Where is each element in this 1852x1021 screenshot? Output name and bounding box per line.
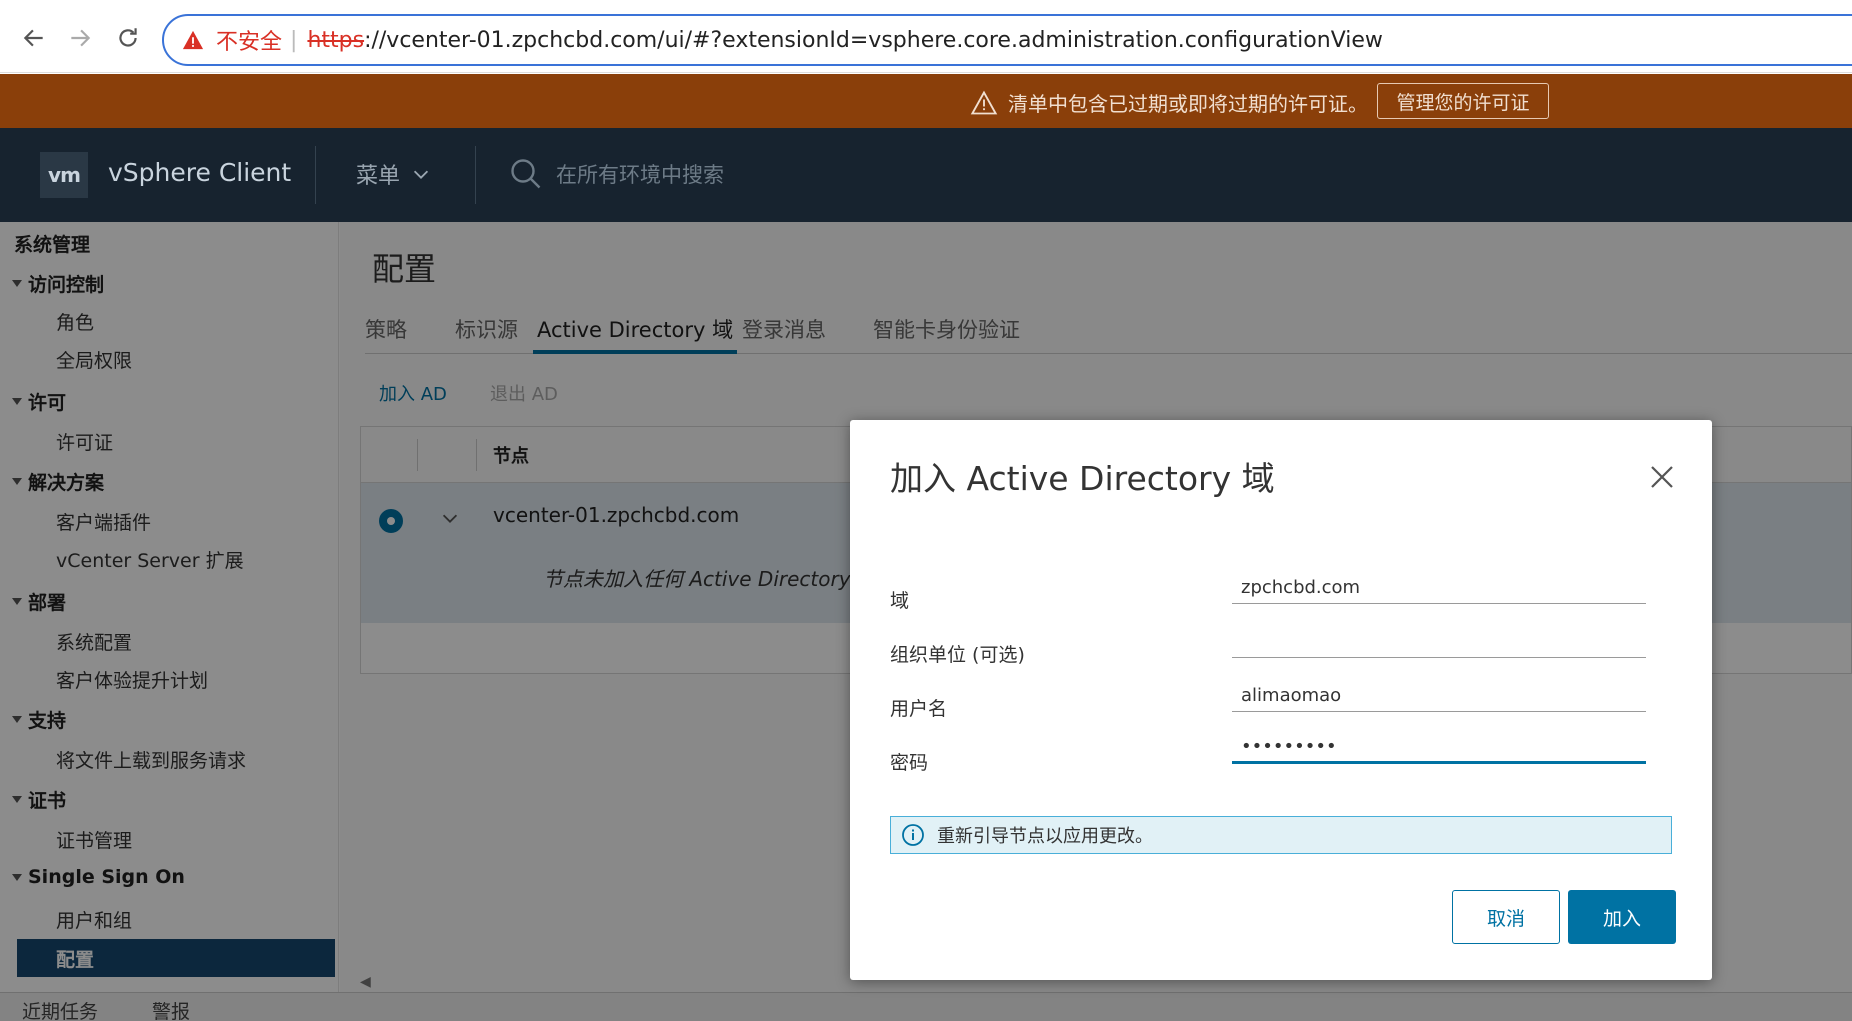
search-icon [511,159,541,189]
forward-button[interactable] [60,18,100,58]
dialog-title: 加入 Active Directory 域 [890,459,1275,498]
app-title: vSphere Client [108,158,292,187]
app-header: vm vSphere Client 菜单 在所有环境中搜索 [0,128,1852,222]
url-scheme: https [307,27,365,53]
domain-label: 域 [890,590,910,612]
info-alert: 重新引导节点以应用更改。 [890,816,1672,854]
search-placeholder: 在所有环境中搜索 [556,163,724,187]
password-field[interactable]: ••••••••• [1232,732,1646,764]
reload-icon [119,28,137,47]
menu-label: 菜单 [356,164,401,189]
reload-button[interactable] [108,18,148,58]
url-separator: | [290,27,298,53]
global-search[interactable]: 在所有环境中搜索 [508,156,724,192]
back-button[interactable] [14,18,54,58]
username-label: 用户名 [890,698,948,720]
close-icon[interactable] [1647,462,1677,492]
manage-license-button[interactable]: 管理您的许可证 [1377,83,1549,119]
vm-logo: vm [40,152,88,198]
join-ad-dialog: 加入 Active Directory 域 域 zpchcbd.com 组织单位… [850,420,1712,980]
info-text: 重新引导节点以应用更改。 [937,826,1153,847]
banner-message: 清单中包含已过期或即将过期的许可证。 [970,88,1368,117]
warning-icon [970,90,998,114]
banner-text: 清单中包含已过期或即将过期的许可证。 [1008,92,1368,116]
warning-icon [182,30,204,50]
password-label: 密码 [890,752,929,774]
domain-field[interactable]: zpchcbd.com [1232,572,1646,604]
header-divider [475,146,476,204]
url-text: ://vcenter-01.zpchcbd.com/ui/#?extension… [364,27,1383,53]
cancel-button[interactable]: 取消 [1452,890,1560,944]
username-field[interactable]: alimaomao [1232,680,1646,712]
arrow-left-icon [23,29,43,47]
chevron-down-icon [413,170,429,179]
browser-toolbar: 不安全 | https ://vcenter-01.zpchcbd.com/ui… [0,0,1852,73]
license-banner: 清单中包含已过期或即将过期的许可证。 管理您的许可证 [0,74,1852,128]
arrow-right-icon [71,29,91,47]
menu-button[interactable]: 菜单 [356,158,432,190]
header-divider [315,146,316,204]
ou-label: 组织单位 (可选) [890,644,1025,666]
info-icon [902,824,924,846]
join-button[interactable]: 加入 [1568,890,1676,944]
address-bar[interactable]: 不安全 | https ://vcenter-01.zpchcbd.com/ui… [162,14,1852,66]
ou-field[interactable] [1232,626,1646,658]
insecure-label: 不安全 [216,30,283,55]
